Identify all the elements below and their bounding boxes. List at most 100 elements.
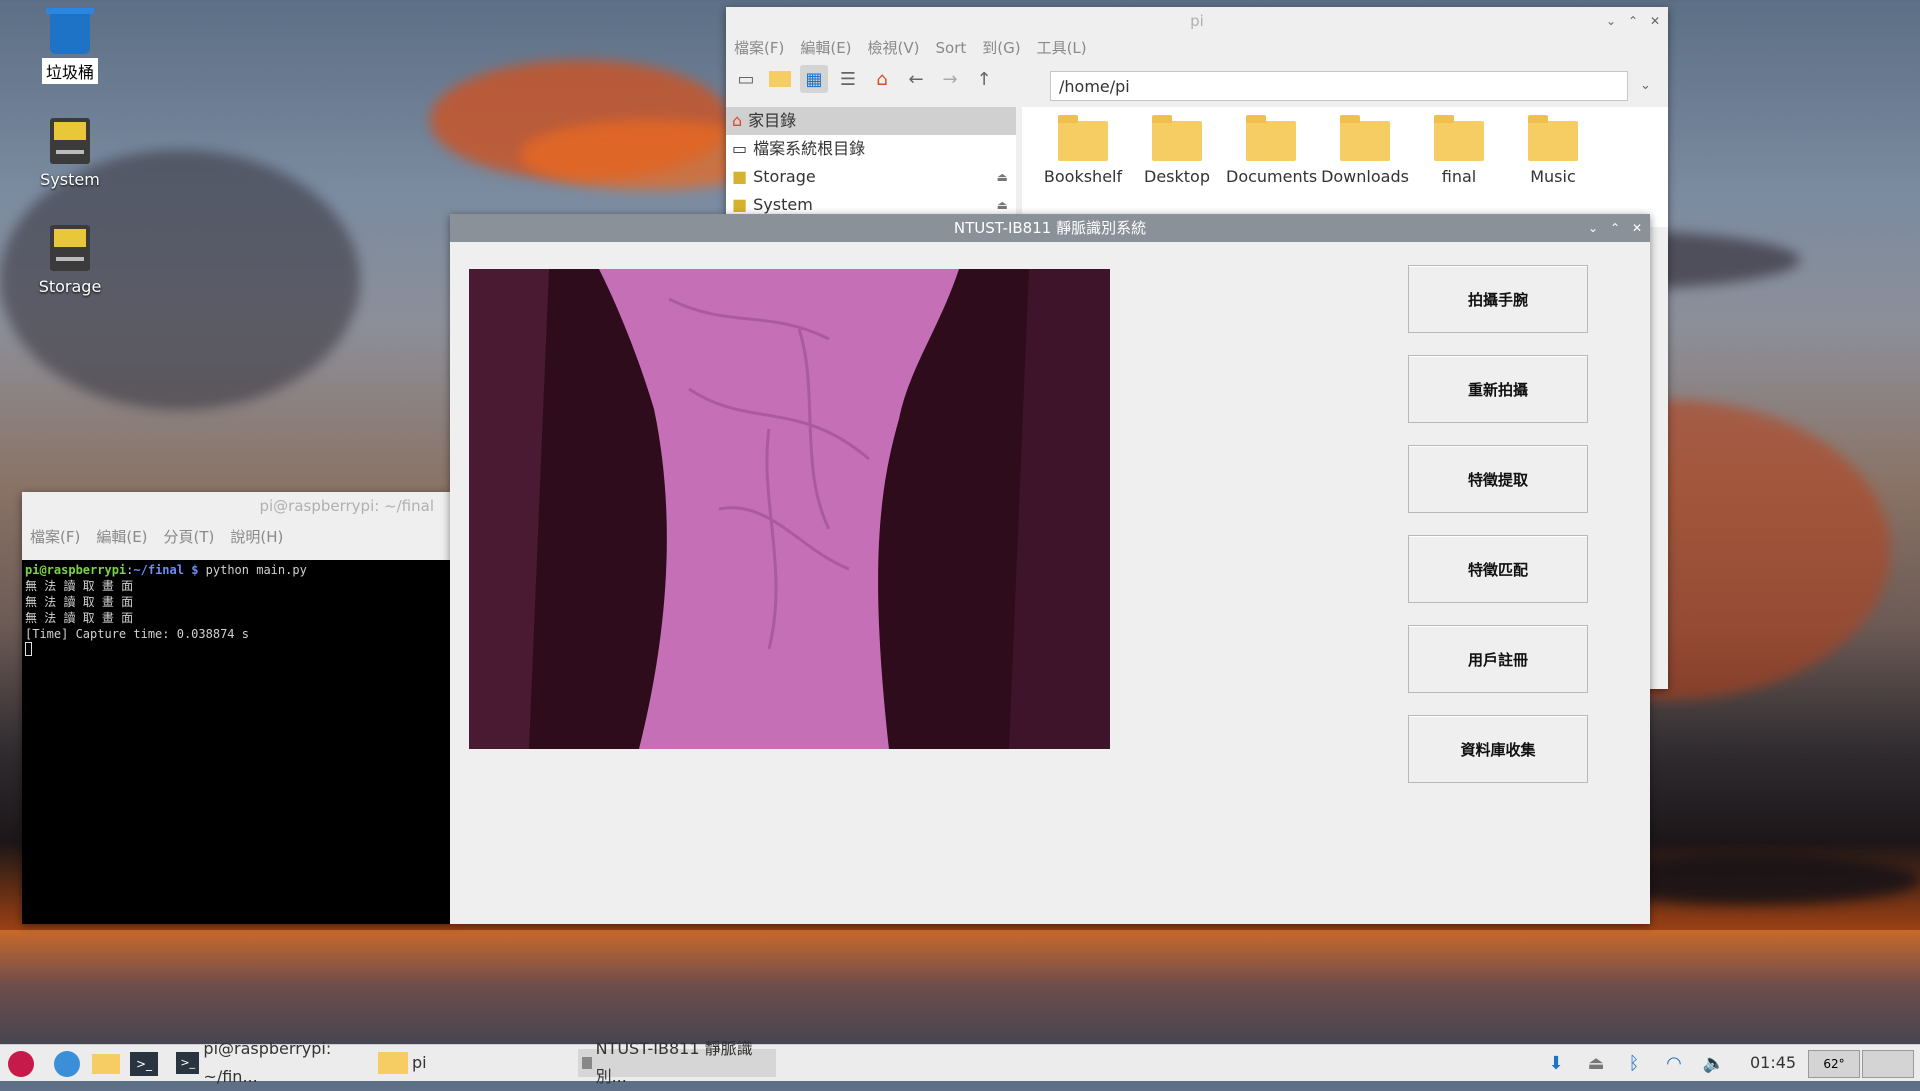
download-updates-icon[interactable]: ⬇ — [1544, 1051, 1568, 1075]
menu-view[interactable]: 檢視(V) — [868, 35, 920, 61]
folder-icon — [1434, 115, 1484, 161]
terminal-window: pi@raspberrypi: ~/final 檔案(F) 編輯(E) 分頁(T… — [22, 492, 450, 924]
menu-help[interactable]: 說明(H) — [230, 524, 283, 550]
new-folder-icon[interactable] — [766, 65, 794, 93]
wrist-image — [469, 269, 1110, 749]
taskbar-item-label: pi@raspberrypi: ~/fin... — [203, 1039, 332, 1086]
folder-icon — [1058, 115, 1108, 161]
folder-label: Bookshelf — [1043, 167, 1123, 186]
menu-edit[interactable]: 編輯(E) — [800, 35, 851, 61]
new-window-icon[interactable]: ▭ — [732, 65, 760, 93]
terminal-line: pi@raspberrypi:~/final $ python main.py — [25, 563, 307, 577]
menu-tabs[interactable]: 分頁(T) — [164, 524, 215, 550]
terminal-icon: >_ — [176, 1052, 200, 1074]
terminal-menubar: 檔案(F) 編輯(E) 分頁(T) 說明(H) — [22, 520, 450, 550]
folder-label: Desktop — [1144, 167, 1210, 186]
feature-matching-button[interactable]: 特徵匹配 — [1408, 535, 1588, 603]
bluetooth-icon[interactable]: ᛒ — [1622, 1051, 1646, 1075]
terminal-titlebar[interactable]: pi@raspberrypi: ~/final — [22, 492, 450, 520]
prompt-user: pi@raspberrypi — [25, 563, 127, 577]
sidebar-item-root[interactable]: ▭ 檔案系統根目錄 — [726, 135, 1016, 163]
taskbar-item-vein-app[interactable]: NTUST-IB811 靜脈識別... — [578, 1039, 776, 1086]
drive-icon — [50, 225, 90, 271]
sidebar-item-label: 家目錄 — [748, 111, 797, 130]
capture-wrist-button[interactable]: 拍攝手腕 — [1408, 265, 1588, 333]
file-manager-titlebar[interactable]: pi ⌄ ⌃ ✕ — [726, 7, 1668, 35]
taskbar-item-label: pi — [412, 1053, 427, 1072]
eject-icon[interactable]: ⏏ — [1584, 1051, 1608, 1075]
vein-app-window: NTUST-IB811 靜脈識別系統 ⌄ ⌃ ✕ 拍攝手腕 重新拍攝 特徵提取 … — [450, 214, 1650, 924]
sidebar-item-home[interactable]: ⌂ 家目錄 — [726, 107, 1016, 135]
file-manager-sidebar: ⌂ 家目錄 ▭ 檔案系統根目錄 ■ Storage ⏏ ■ System ⏏ — [726, 107, 1016, 227]
desktop-icon-trash[interactable]: 垃圾桶 — [25, 8, 115, 84]
file-manager-menubar: 檔案(F) 編輯(E) 檢視(V) Sort 到(G) 工具(L) — [726, 35, 1668, 61]
taskbar-item-label: NTUST-IB811 靜脈識別... — [595, 1039, 753, 1086]
hard-drive-icon: ▭ — [732, 139, 748, 158]
menu-edit[interactable]: 編輯(E) — [96, 524, 147, 550]
folder-icon — [1152, 115, 1202, 161]
eject-icon[interactable]: ⏏ — [997, 163, 1008, 191]
terminal-line: 無 法 讀 取 畫 面 — [25, 595, 134, 609]
app-icon — [582, 1057, 592, 1069]
menu-file[interactable]: 檔案(F) — [30, 524, 80, 550]
file-list: Bookshelf Desktop Documents Downloads fi… — [1022, 107, 1668, 227]
sidebar-item-label: Storage — [753, 167, 816, 186]
menu-go[interactable]: 到(G) — [982, 35, 1020, 61]
back-arrow-icon[interactable]: ← — [902, 65, 930, 93]
maximize-icon[interactable]: ⌃ — [1626, 7, 1640, 35]
path-input[interactable]: /home/pi — [1050, 71, 1628, 101]
folder-item[interactable]: Documents — [1226, 115, 1317, 186]
menu-file[interactable]: 檔案(F) — [734, 35, 784, 61]
prompt-path: ~/final $ — [133, 563, 199, 577]
up-arrow-icon[interactable]: ↑ — [970, 65, 998, 93]
window-title: pi — [1190, 12, 1204, 30]
forward-arrow-icon[interactable]: → — [936, 65, 964, 93]
menu-tools[interactable]: 工具(L) — [1037, 35, 1087, 61]
folder-item[interactable]: Music — [1508, 115, 1598, 186]
desktop-icon-storage[interactable]: Storage — [25, 225, 115, 296]
file-manager-icon[interactable] — [92, 1054, 120, 1074]
drive-icon — [50, 118, 90, 164]
taskbar: >_ >_ pi@raspberrypi: ~/fin... pi NTUST-… — [0, 1039, 1920, 1086]
window-title: NTUST-IB811 靜脈識別系統 — [953, 219, 1147, 237]
close-icon[interactable]: ✕ — [1630, 214, 1644, 242]
terminal-line: 無 法 讀 取 畫 面 — [25, 611, 134, 625]
minimize-icon[interactable]: ⌄ — [1586, 214, 1600, 242]
sidebar-item-storage[interactable]: ■ Storage ⏏ — [726, 163, 1016, 191]
close-icon[interactable]: ✕ — [1648, 7, 1662, 35]
sidebar-item-label: 檔案系統根目錄 — [753, 139, 866, 158]
chevron-down-icon[interactable]: ⌄ — [1640, 71, 1660, 101]
clock[interactable]: 01:45 — [1750, 1053, 1796, 1072]
feature-extraction-button[interactable]: 特徵提取 — [1408, 445, 1588, 513]
raspberry-menu-icon[interactable] — [8, 1051, 34, 1077]
folder-item[interactable]: Desktop — [1132, 115, 1222, 186]
taskbar-item-terminal[interactable]: >_ pi@raspberrypi: ~/fin... — [176, 1039, 372, 1086]
volume-icon[interactable]: 🔈 — [1702, 1051, 1726, 1075]
camera-preview — [469, 269, 1110, 749]
icon-view-icon[interactable]: ▦ — [800, 65, 828, 93]
folder-label: Music — [1530, 167, 1576, 186]
maximize-icon[interactable]: ⌃ — [1608, 214, 1622, 242]
taskbar-item-file-manager[interactable]: pi — [378, 1049, 568, 1077]
folder-icon — [378, 1052, 408, 1074]
desktop-icon-system[interactable]: System — [25, 118, 115, 189]
home-icon[interactable]: ⌂ — [868, 65, 896, 93]
user-registration-button[interactable]: 用戶註冊 — [1408, 625, 1588, 693]
terminal-icon[interactable]: >_ — [130, 1052, 158, 1076]
recapture-button[interactable]: 重新拍攝 — [1408, 355, 1588, 423]
minimize-icon[interactable]: ⌄ — [1604, 7, 1618, 35]
folder-item[interactable]: final — [1414, 115, 1504, 186]
menu-sort[interactable]: Sort — [936, 35, 967, 61]
home-icon: ⌂ — [732, 111, 743, 130]
terminal-cursor — [25, 642, 32, 656]
folder-icon — [1340, 115, 1390, 161]
database-collection-button[interactable]: 資料庫收集 — [1408, 715, 1588, 783]
terminal-output[interactable]: pi@raspberrypi:~/final $ python main.py … — [22, 560, 450, 924]
app-titlebar[interactable]: NTUST-IB811 靜脈識別系統 ⌄ ⌃ ✕ — [450, 214, 1650, 242]
list-view-icon[interactable]: ☰ — [834, 65, 862, 93]
folder-item[interactable]: Downloads — [1320, 115, 1410, 186]
web-browser-icon[interactable] — [54, 1051, 80, 1077]
cpu-usage-graph — [1862, 1050, 1914, 1078]
folder-item[interactable]: Bookshelf — [1038, 115, 1128, 186]
wifi-icon[interactable]: ◠ — [1662, 1051, 1686, 1075]
